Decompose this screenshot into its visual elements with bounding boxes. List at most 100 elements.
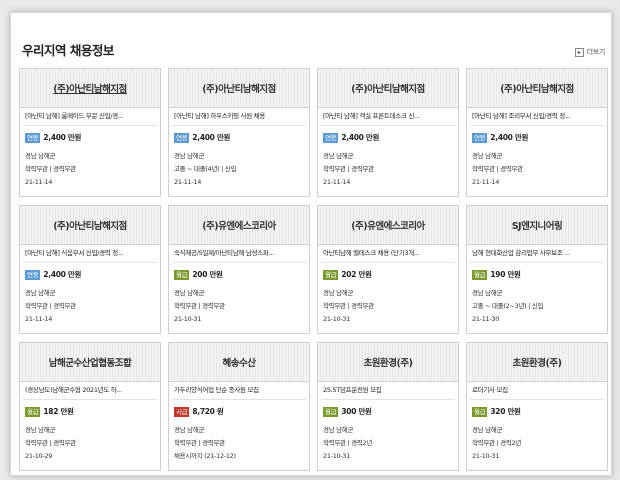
job-title-link[interactable]: [아난티 남해] 룸메이드 부문 신입/경... bbox=[23, 108, 157, 126]
company-name[interactable]: 남해군수산업협동조합 bbox=[20, 343, 160, 382]
company-name[interactable]: (주)유엔에스코리아 bbox=[169, 206, 309, 245]
job-card[interactable]: (주)아난티남해지점 [아난티 남해] 하우스키핑 사원 채용 연봉 2,400… bbox=[168, 68, 310, 197]
job-title-link[interactable]: 로더기사 모집 bbox=[470, 382, 604, 400]
more-label: 더보기 bbox=[586, 48, 606, 56]
job-title-link[interactable]: 가두리양식어업 단순 종사원 모집 bbox=[172, 382, 306, 400]
job-info: 경남 남해군 학력무관 | 경력2년 21-10-31 bbox=[323, 424, 458, 463]
job-card[interactable]: SJ엔지니어링 남해 현대화산업 감리업무 사무보조 ... 월급 190 만원… bbox=[466, 205, 608, 334]
requirements: 고졸 ~ 대졸(2~3년) | 신입 bbox=[472, 302, 544, 310]
company-name-text: (주)유엔에스코리아 bbox=[202, 221, 276, 232]
company-name[interactable]: (주)아난티남해지점 bbox=[20, 69, 160, 108]
location: 경남 남해군 bbox=[174, 152, 205, 160]
pay-type-badge: 월급 bbox=[174, 269, 190, 280]
job-card[interactable]: (주)아난티남해지점 [아난티 남해] 조리부서 신입/경력 정... 연봉 2… bbox=[466, 68, 608, 197]
company-name[interactable]: 초원환경(주) bbox=[467, 343, 607, 382]
pay-type-badge: 연봉 bbox=[174, 132, 190, 143]
company-name[interactable]: (주)아난티남해지점 bbox=[467, 69, 607, 108]
job-info: 경남 남해군 고졸 ~ 대졸(4년) | 신입 21-11-14 bbox=[174, 150, 309, 189]
pay-type-badge: 시급 bbox=[174, 406, 190, 417]
job-details: 월급 200 만원 경남 남해군 학력무관 | 경력무관 21-10-31 bbox=[169, 263, 309, 326]
pay-type-badge: 연봉 bbox=[472, 132, 488, 143]
requirements: 학력무관 | 경력무관 bbox=[323, 302, 374, 310]
company-name[interactable]: 초원환경(주) bbox=[318, 343, 458, 382]
job-title-link[interactable]: 숙식제공/5일제/아난티남해 남성스파... bbox=[172, 245, 306, 263]
company-name[interactable]: (주)아난티남해지점 bbox=[20, 206, 160, 245]
location: 경남 남해군 bbox=[25, 152, 56, 160]
pay-type-badge: 월급 bbox=[472, 406, 488, 417]
post-date: 21-11-14 bbox=[323, 178, 351, 186]
pay-type-badge: 연봉 bbox=[323, 132, 339, 143]
job-details: 월급 190 만원 경남 남해군 고졸 ~ 대졸(2~3년) | 신입 21-1… bbox=[467, 263, 607, 326]
company-name-text: (주)아난티남해지점 bbox=[53, 221, 127, 232]
job-card[interactable]: 남해군수산업협동조합 (경상남도)남해군수협 2021년도 하... 월급 18… bbox=[19, 342, 161, 471]
job-title-link[interactable]: 25.5T덤프운전원 모집 bbox=[321, 382, 455, 400]
salary-value: 202 만원 bbox=[341, 270, 372, 279]
post-date: 21-10-31 bbox=[472, 452, 500, 460]
salary-row: 연봉 2,400 만원 bbox=[174, 132, 309, 143]
company-name[interactable]: (주)유엔에스코리아 bbox=[318, 206, 458, 245]
more-link[interactable]: ▸ 더보기 bbox=[574, 47, 606, 57]
location: 경남 남해군 bbox=[472, 152, 503, 160]
job-details: 월급 300 만원 경남 남해군 학력무관 | 경력2년 21-10-31 bbox=[318, 400, 458, 463]
company-name-text: 초원환경(주) bbox=[363, 358, 413, 369]
location: 경남 남해군 bbox=[472, 426, 503, 434]
post-date: 21-10-31 bbox=[174, 315, 202, 323]
post-date: 21-10-31 bbox=[323, 452, 351, 460]
requirements: 학력무관 | 경력2년 bbox=[472, 439, 522, 447]
salary-row: 월급 200 만원 bbox=[174, 269, 309, 280]
company-name[interactable]: (주)아난티남해지점 bbox=[318, 69, 458, 108]
job-title-link[interactable]: 남해 현대화산업 감리업무 사무보조 ... bbox=[470, 245, 604, 263]
job-card[interactable]: (주)아난티남해지점 [아난티 남해] 객실 프론트데스크 신... 연봉 2,… bbox=[317, 68, 459, 197]
job-title-link[interactable]: [아난티 남해] 하우스키핑 사원 채용 bbox=[172, 108, 306, 126]
job-title-link[interactable]: [아난티 남해] 객실 프론트데스크 신... bbox=[321, 108, 455, 126]
job-card[interactable]: (주)유엔에스코리아 아난티남해 벨데스크 채용 (단기3개... 월급 202… bbox=[317, 205, 459, 334]
salary-row: 월급 320 만원 bbox=[472, 406, 607, 417]
job-card[interactable]: (주)유엔에스코리아 숙식제공/5일제/아난티남해 남성스파... 월급 200… bbox=[168, 205, 310, 334]
requirements: 학력무관 | 경력무관 bbox=[25, 302, 76, 310]
job-title-link[interactable]: (경상남도)남해군수협 2021년도 하... bbox=[23, 382, 157, 400]
requirements: 학력무관 | 경력무관 bbox=[323, 165, 374, 173]
job-info-panel: 우리지역 채용정보 ▸ 더보기 (주)아난티남해지점 [아난티 남해] 룸메이드… bbox=[10, 12, 612, 476]
salary-row: 연봉 2,400 만원 bbox=[472, 132, 607, 143]
job-title-link[interactable]: 아난티남해 벨데스크 채용 (단기3개... bbox=[321, 245, 455, 263]
job-info: 경남 남해군 학력무관 | 경력무관 21-11-14 bbox=[323, 150, 458, 189]
location: 경남 남해군 bbox=[472, 289, 503, 297]
salary-value: 2,400 만원 bbox=[43, 133, 82, 142]
job-card[interactable]: (주)아난티남해지점 [아난티 남해] 식음부서 신입/경력 정... 연봉 2… bbox=[19, 205, 161, 334]
job-info: 경남 남해군 학력무관 | 경력무관 21-11-14 bbox=[25, 287, 160, 326]
salary-value: 2,400 만원 bbox=[490, 133, 529, 142]
job-card[interactable]: 혜송수산 가두리양식어업 단순 종사원 모집 시급 8,720 원 경남 남해군… bbox=[168, 342, 310, 471]
pay-type-badge: 연봉 bbox=[25, 269, 41, 280]
company-name-text: (주)아난티남해지점 bbox=[202, 84, 276, 95]
job-details: 월급 320 만원 경남 남해군 학력무관 | 경력2년 21-10-31 bbox=[467, 400, 607, 463]
pay-type-badge: 월급 bbox=[25, 406, 41, 417]
section-title: 우리지역 채용정보 bbox=[22, 43, 114, 58]
job-title-link[interactable]: [아난티 남해] 조리부서 신입/경력 정... bbox=[470, 108, 604, 126]
job-details: 월급 202 만원 경남 남해군 학력무관 | 경력무관 21-10-31 bbox=[318, 263, 458, 326]
company-name[interactable]: 혜송수산 bbox=[169, 343, 309, 382]
location: 경남 남해군 bbox=[323, 289, 354, 297]
post-date: 21-11-30 bbox=[472, 315, 500, 323]
job-card[interactable]: 초원환경(주) 25.5T덤프운전원 모집 월급 300 만원 경남 남해군 학… bbox=[317, 342, 459, 471]
company-name-text: 남해군수산업협동조합 bbox=[48, 358, 132, 369]
company-name[interactable]: SJ엔지니어링 bbox=[467, 206, 607, 245]
job-card[interactable]: (주)아난티남해지점 [아난티 남해] 룸메이드 부문 신입/경... 연봉 2… bbox=[19, 68, 161, 197]
job-card[interactable]: 초원환경(주) 로더기사 모집 월급 320 만원 경남 남해군 학력무관 | … bbox=[466, 342, 608, 471]
salary-value: 2,400 만원 bbox=[192, 133, 231, 142]
requirements: 학력무관 | 경력무관 bbox=[25, 439, 76, 447]
arrow-right-icon: ▸ bbox=[574, 47, 584, 57]
company-name-text: SJ엔지니어링 bbox=[511, 221, 563, 232]
salary-row: 시급 8,720 원 bbox=[174, 406, 309, 417]
job-details: 연봉 2,400 만원 경남 남해군 학력무관 | 경력무관 21-11-14 bbox=[20, 263, 160, 326]
location: 경남 남해군 bbox=[323, 426, 354, 434]
company-name-text: 혜송수산 bbox=[222, 358, 256, 369]
salary-row: 월급 202 만원 bbox=[323, 269, 458, 280]
company-name[interactable]: (주)아난티남해지점 bbox=[169, 69, 309, 108]
salary-row: 연봉 2,400 만원 bbox=[25, 132, 160, 143]
pay-type-badge: 월급 bbox=[472, 269, 488, 280]
salary-value: 2,400 만원 bbox=[43, 270, 82, 279]
salary-value: 2,400 만원 bbox=[341, 133, 380, 142]
job-title-link[interactable]: [아난티 남해] 식음부서 신입/경력 정... bbox=[23, 245, 157, 263]
job-info: 경남 남해군 고졸 ~ 대졸(2~3년) | 신입 21-11-30 bbox=[472, 287, 607, 326]
salary-value: 182 만원 bbox=[43, 407, 74, 416]
